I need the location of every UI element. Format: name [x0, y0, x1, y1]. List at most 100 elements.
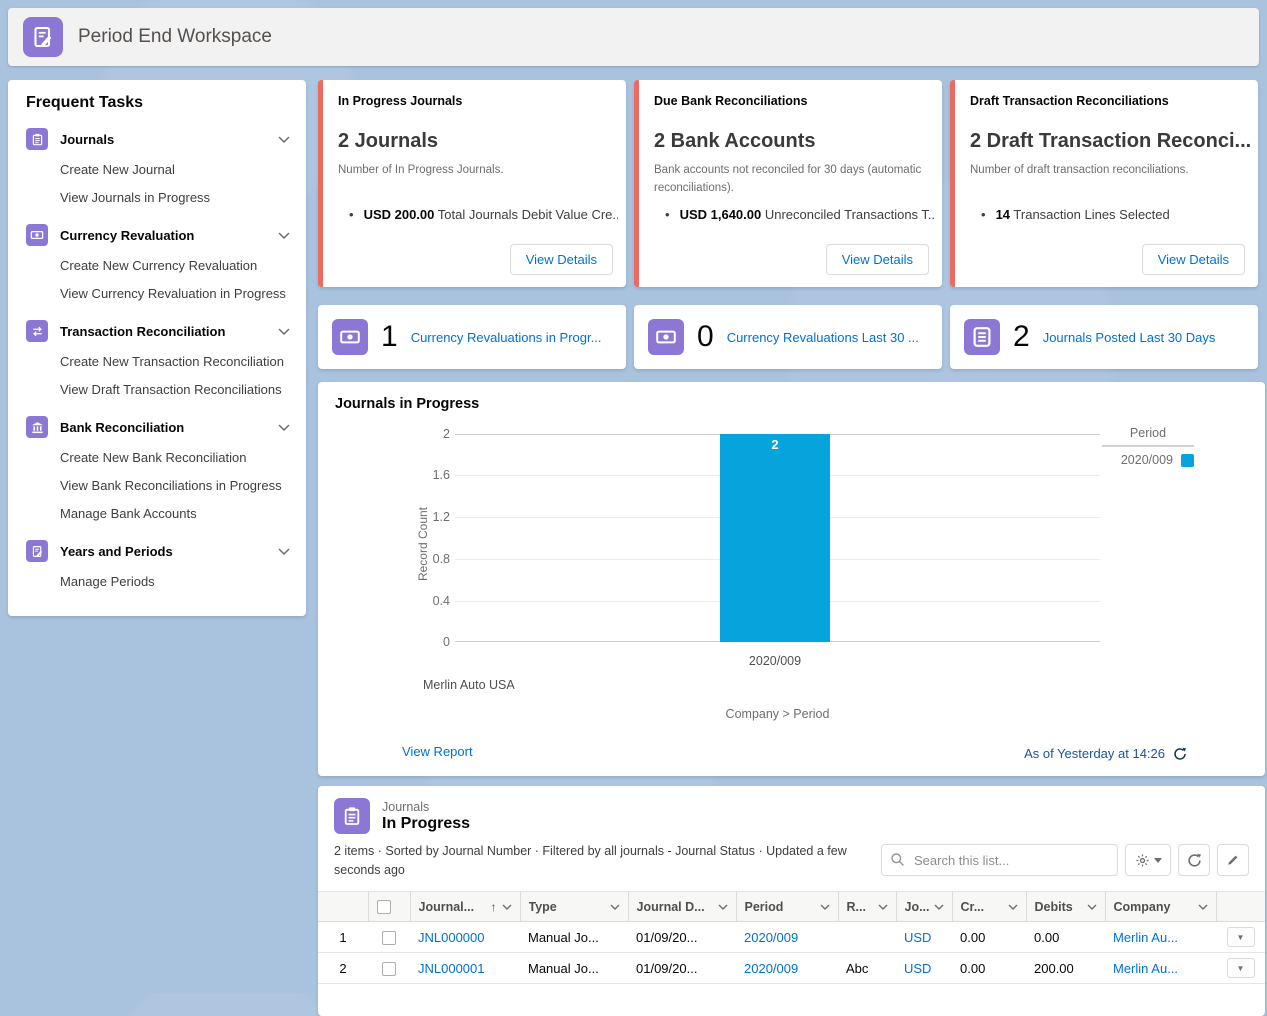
- chart-legend: Period 2020/009: [1102, 426, 1194, 467]
- table-row: 2 JNL000001 Manual Jo... 01/09/20... 202…: [318, 953, 1265, 984]
- table-row: 1 JNL000000 Manual Jo... 01/09/20... 202…: [318, 922, 1265, 953]
- sidebar-item-manage-periods[interactable]: Manage Periods: [26, 568, 290, 596]
- chevron-down-icon: [718, 904, 728, 910]
- sidebar-group-currency-revaluation[interactable]: Currency Revaluation: [26, 224, 290, 246]
- column-company[interactable]: Company: [1105, 892, 1216, 922]
- row-number: 2: [318, 953, 368, 984]
- journals-in-progress-list-card: Journals In Progress 2 items · Sorted by…: [318, 786, 1265, 1016]
- y-tick: 1.6: [412, 468, 450, 482]
- periods-icon: [26, 540, 48, 562]
- select-all-checkbox[interactable]: [377, 900, 391, 914]
- currency-link[interactable]: USD: [904, 961, 931, 976]
- sidebar-item-view-journals-in-progress[interactable]: View Journals in Progress: [26, 184, 290, 212]
- column-journal-number[interactable]: Journal...↑: [410, 892, 520, 922]
- currency-link[interactable]: USD: [904, 930, 931, 945]
- sidebar-item-create-new-currency-revaluation[interactable]: Create New Currency Revaluation: [26, 252, 290, 280]
- transaction-icon: [26, 320, 48, 342]
- sidebar-group-label: Journals: [60, 132, 266, 147]
- company-link[interactable]: Merlin Au...: [1113, 961, 1178, 976]
- sidebar-item-view-bank-reconciliations-in-progress[interactable]: View Bank Reconciliations in Progress: [26, 472, 290, 500]
- journal-number-link[interactable]: JNL000000: [418, 930, 485, 945]
- bullet-dot: •: [981, 207, 986, 222]
- debits-cell: 200.00: [1026, 953, 1105, 984]
- sidebar-item-view-currency-revaluation-in-progress[interactable]: View Currency Revaluation in Progress: [26, 280, 290, 308]
- journal-date-cell: 01/09/20...: [628, 922, 736, 953]
- row-select-cell: [368, 953, 410, 984]
- view-details-button[interactable]: View Details: [510, 244, 613, 275]
- as-of-text: As of Yesterday at 14:26: [1024, 746, 1165, 761]
- select-all-header: [368, 892, 410, 922]
- stat-link[interactable]: Journals Posted Last 30 Days: [1043, 330, 1216, 345]
- row-checkbox[interactable]: [382, 931, 396, 945]
- journals-table: Journal...↑ Type Journal D... Period R..…: [318, 891, 1265, 984]
- journal-date-cell: 01/09/20...: [628, 953, 736, 984]
- sidebar-group-journals[interactable]: Journals: [26, 128, 290, 150]
- list-refresh-button[interactable]: [1178, 844, 1210, 876]
- bank-icon: [26, 416, 48, 438]
- search-input[interactable]: [881, 844, 1118, 876]
- stat-link[interactable]: Currency Revaluations in Progr...: [411, 330, 602, 345]
- chevron-down-icon: [1198, 904, 1208, 910]
- journals-in-progress-chart-card: Journals in Progress Record Count 2 1.6 …: [318, 382, 1265, 776]
- bar-2020-009[interactable]: 2: [720, 434, 830, 642]
- sidebar-group-label: Currency Revaluation: [60, 228, 266, 243]
- sidebar-item-view-draft-transaction-reconciliations[interactable]: View Draft Transaction Reconciliations: [26, 376, 290, 404]
- stat-link[interactable]: Currency Revaluations Last 30 ...: [727, 330, 919, 345]
- refresh-icon[interactable]: [1173, 747, 1187, 761]
- currency-icon: [332, 319, 368, 355]
- column-reference[interactable]: R...: [838, 892, 896, 922]
- kpi-bullet-value: USD 1,640.00: [680, 207, 762, 222]
- chevron-down-icon: [820, 904, 830, 910]
- y-tick: 0.4: [412, 594, 450, 608]
- sidebar-item-create-new-transaction-reconciliation[interactable]: Create New Transaction Reconciliation: [26, 348, 290, 376]
- sidebar-group-transaction-reconciliation[interactable]: Transaction Reconciliation: [26, 320, 290, 342]
- kpi-description: Number of In Progress Journals.: [338, 162, 608, 180]
- period-link[interactable]: 2020/009: [744, 961, 798, 976]
- pencil-icon: [1226, 853, 1240, 867]
- row-actions-button[interactable]: ▼: [1227, 958, 1255, 978]
- period-link[interactable]: 2020/009: [744, 930, 798, 945]
- column-debits[interactable]: Debits: [1026, 892, 1105, 922]
- type-cell: Manual Jo...: [520, 953, 628, 984]
- chevron-down-icon: [502, 904, 512, 910]
- chevron-down-icon: [934, 904, 944, 910]
- row-actions-button[interactable]: ▼: [1227, 927, 1255, 947]
- frequent-tasks-panel: Frequent Tasks Journals Create New Journ…: [8, 80, 306, 616]
- sidebar-group-bank-reconciliation[interactable]: Bank Reconciliation: [26, 416, 290, 438]
- sidebar-item-create-new-bank-reconciliation[interactable]: Create New Bank Reconciliation: [26, 444, 290, 472]
- sidebar-item-create-new-journal[interactable]: Create New Journal: [26, 156, 290, 184]
- stat-card-row: 1 Currency Revaluations in Progr... 0 Cu…: [318, 305, 1259, 369]
- list-view-name[interactable]: In Progress: [382, 815, 470, 833]
- stat-value: 1: [381, 320, 398, 354]
- list-edit-button[interactable]: [1217, 844, 1249, 876]
- kpi-headline: 2 Draft Transaction Reconci...: [970, 130, 1250, 153]
- kpi-bullet: •USD 200.00 Total Journals Debit Value C…: [349, 207, 618, 222]
- sidebar-item-manage-bank-accounts[interactable]: Manage Bank Accounts: [26, 500, 290, 528]
- column-journal-date[interactable]: Journal D...: [628, 892, 736, 922]
- column-type[interactable]: Type: [520, 892, 628, 922]
- gear-icon: [1135, 853, 1150, 868]
- list-meta-line: 2 items · Sorted by Journal Number · Fil…: [334, 842, 894, 881]
- sidebar-group-years-and-periods[interactable]: Years and Periods: [26, 540, 290, 562]
- list-settings-button[interactable]: [1125, 844, 1171, 876]
- company-link[interactable]: Merlin Au...: [1113, 930, 1178, 945]
- column-period[interactable]: Period: [736, 892, 838, 922]
- kpi-bullet-value: 14: [996, 207, 1010, 222]
- view-details-button[interactable]: View Details: [826, 244, 929, 275]
- y-tick: 1.2: [412, 510, 450, 524]
- posted-journal-icon: [964, 319, 1000, 355]
- legend-title: Period: [1102, 426, 1194, 447]
- company-group-label: Merlin Auto USA: [423, 678, 515, 692]
- stat-card-currency-revaluations-in-progress: 1 Currency Revaluations in Progr...: [318, 305, 626, 369]
- row-checkbox[interactable]: [382, 962, 396, 976]
- view-report-link[interactable]: View Report: [402, 744, 473, 759]
- journal-number-link[interactable]: JNL000001: [418, 961, 485, 976]
- view-details-button[interactable]: View Details: [1142, 244, 1245, 275]
- chevron-down-icon: [610, 904, 620, 910]
- legend-swatch: [1181, 454, 1194, 467]
- page-title: Period End Workspace: [78, 26, 272, 48]
- axis-caption: Company > Period: [455, 707, 1100, 721]
- column-journal-currency[interactable]: Jo...: [896, 892, 952, 922]
- kpi-card-row: In Progress Journals 2 Journals Number o…: [318, 80, 1259, 287]
- column-credits[interactable]: Cr...: [952, 892, 1026, 922]
